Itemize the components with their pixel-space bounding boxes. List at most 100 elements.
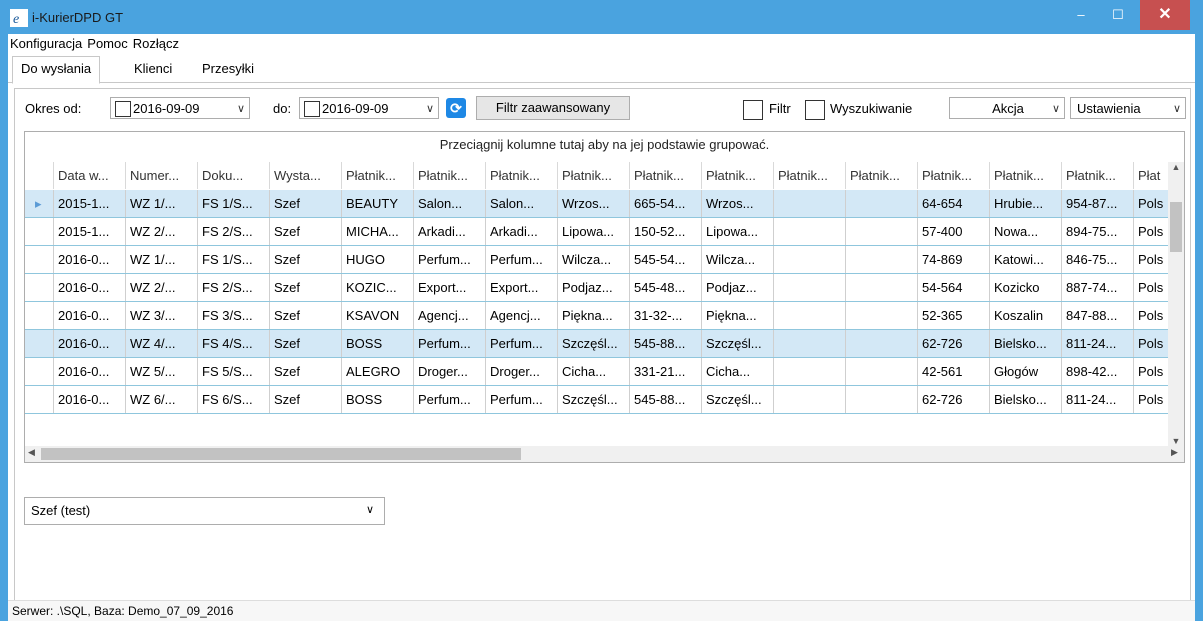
table-row[interactable]: 2015-1... WZ 2/... FS 2/S... Szef MICHA... Ar… <box>25 218 1178 246</box>
row-indicator <box>25 330 54 357</box>
column-header[interactable]: Data w... <box>54 162 126 189</box>
akcja-dropdown[interactable]: Akcja ∨ <box>949 97 1065 119</box>
table-row[interactable]: 2016-0... WZ 6/... FS 6/S... Szef BOSS Perfum… <box>25 386 1178 414</box>
column-header[interactable]: Doku... <box>198 162 270 189</box>
table-cell: KSAVON <box>342 302 414 329</box>
table-cell: BOSS <box>342 386 414 413</box>
table-cell: BOSS <box>342 330 414 357</box>
group-panel[interactable]: Przeciągnij kolumne tutaj aby na jej pod… <box>25 132 1184 158</box>
table-cell: Wrzos... <box>702 190 774 217</box>
vertical-scroll-thumb[interactable] <box>1170 202 1182 252</box>
table-cell: Szef <box>270 386 342 413</box>
table-cell: Kozicko <box>990 274 1062 301</box>
tab-strip: Do wysłania Klienci Przesyłki <box>8 54 1195 84</box>
date-from-picker[interactable]: 2016-09-09 ∨ <box>110 97 250 119</box>
column-header[interactable]: Płatnik... <box>486 162 558 189</box>
scroll-right-icon[interactable]: ▶ <box>1171 447 1178 458</box>
table-cell: Głogów <box>990 358 1062 385</box>
table-cell: Wilcza... <box>702 246 774 273</box>
column-header[interactable]: Płatnik... <box>774 162 846 189</box>
table-cell: FS 1/S... <box>198 190 270 217</box>
table-cell: Salon... <box>414 190 486 217</box>
table-cell: 846-75... <box>1062 246 1134 273</box>
table-cell: Lipowa... <box>558 218 630 245</box>
table-cell: Perfum... <box>486 246 558 273</box>
column-header[interactable]: Płatnik... <box>918 162 990 189</box>
scroll-down-icon[interactable]: ▼ <box>1168 436 1184 446</box>
filter-checkbox[interactable] <box>743 100 763 120</box>
column-header[interactable]: Płatnik... <box>342 162 414 189</box>
column-header[interactable]: Płatnik... <box>558 162 630 189</box>
menu-pomoc[interactable]: Pomoc <box>85 34 129 51</box>
table-cell <box>846 246 918 273</box>
chevron-down-icon: ∨ <box>1172 103 1181 115</box>
app-logo-icon: e <box>10 9 28 27</box>
minimize-button[interactable]: – <box>1063 0 1099 30</box>
tab-klienci[interactable]: Klienci <box>126 57 180 81</box>
menu-rozlacz[interactable]: Rozłącz <box>131 34 181 51</box>
table-cell <box>846 218 918 245</box>
table-row[interactable]: 2016-0... WZ 5/... FS 5/S... Szef ALEGRO Drog… <box>25 358 1178 386</box>
table-cell: 57-400 <box>918 218 990 245</box>
column-header[interactable]: Płatnik... <box>846 162 918 189</box>
column-header[interactable]: Numer... <box>126 162 198 189</box>
column-header[interactable]: Płatnik... <box>1062 162 1134 189</box>
table-cell: Lipowa... <box>702 218 774 245</box>
scroll-left-icon[interactable]: ◀ <box>28 447 35 458</box>
table-cell: 545-54... <box>630 246 702 273</box>
tab-przesylki[interactable]: Przesyłki <box>194 57 262 81</box>
horizontal-scroll-thumb[interactable] <box>41 448 521 460</box>
title-bar: e i-KurierDPD GT – ☐ ✕ <box>0 0 1203 34</box>
close-button[interactable]: ✕ <box>1140 0 1190 30</box>
maximize-button[interactable]: ☐ <box>1100 0 1136 30</box>
date-from-checkbox[interactable] <box>115 101 131 117</box>
table-row[interactable]: 2016-0... WZ 1/... FS 1/S... Szef HUGO Perfum… <box>25 246 1178 274</box>
table-cell: Salon... <box>486 190 558 217</box>
do-label: do: <box>273 101 292 116</box>
row-indicator <box>25 246 54 273</box>
table-row[interactable]: 2016-0... WZ 3/... FS 3/S... Szef KSAVON Agen… <box>25 302 1178 330</box>
advanced-filter-button[interactable]: Filtr zaawansowany <box>476 96 630 120</box>
table-cell: 847-88... <box>1062 302 1134 329</box>
table-cell: Szef <box>270 246 342 273</box>
column-header[interactable]: Wysta... <box>270 162 342 189</box>
column-header[interactable]: Płatnik... <box>990 162 1062 189</box>
user-select-value: Szef (test) <box>31 503 91 518</box>
horizontal-scrollbar[interactable]: ◀ ▶ <box>25 446 1184 462</box>
column-header[interactable]: Płatnik... <box>630 162 702 189</box>
row-indicator <box>25 218 54 245</box>
date-from-value: 2016-09-09 <box>133 101 200 116</box>
shipments-grid[interactable]: Przeciągnij kolumne tutaj aby na jej pod… <box>24 131 1185 463</box>
table-row[interactable]: 2016-0... WZ 2/... FS 2/S... Szef KOZIC... Ex… <box>25 274 1178 302</box>
table-row[interactable]: 2016-0... WZ 4/... FS 4/S... Szef BOSS Perfum… <box>25 330 1178 358</box>
ustawienia-dropdown[interactable]: Ustawienia ∨ <box>1070 97 1186 119</box>
refresh-icon[interactable]: ⟳ <box>446 98 466 118</box>
tab-do-wyslania[interactable]: Do wysłania <box>12 56 101 84</box>
menu-konfiguracja[interactable]: Konfiguracja <box>8 34 84 51</box>
table-cell: Szef <box>270 218 342 245</box>
table-cell: Agencj... <box>486 302 558 329</box>
table-cell: FS 2/S... <box>198 274 270 301</box>
row-indicator-header <box>25 162 54 189</box>
vertical-scrollbar[interactable]: ▲ ▼ <box>1168 162 1184 446</box>
scroll-up-icon[interactable]: ▲ <box>1168 162 1184 172</box>
table-cell: 62-726 <box>918 386 990 413</box>
table-cell: 2016-0... <box>54 246 126 273</box>
table-cell: 64-654 <box>918 190 990 217</box>
column-header[interactable]: Płatnik... <box>414 162 486 189</box>
table-cell: Koszalin <box>990 302 1062 329</box>
table-cell: ALEGRO <box>342 358 414 385</box>
table-cell: FS 6/S... <box>198 386 270 413</box>
table-cell: 2016-0... <box>54 358 126 385</box>
table-row[interactable]: ▸ 2015-1... WZ 1/... FS 1/S... Szef BEAUTY Sal… <box>25 190 1178 218</box>
search-checkbox[interactable] <box>805 100 825 120</box>
table-cell: WZ 6/... <box>126 386 198 413</box>
table-cell: Bielsko... <box>990 330 1062 357</box>
table-cell <box>774 386 846 413</box>
date-to-picker[interactable]: 2016-09-09 ∨ <box>299 97 439 119</box>
do-wyslania-panel: Okres od: 2016-09-09 ∨ do: 2016-09-09 ∨ … <box>14 88 1191 618</box>
user-select[interactable]: Szef (test) ∨ <box>24 497 385 525</box>
column-header[interactable]: Płatnik... <box>702 162 774 189</box>
filter-toolbar: Okres od: 2016-09-09 ∨ do: 2016-09-09 ∨ … <box>15 89 1190 129</box>
date-to-checkbox[interactable] <box>304 101 320 117</box>
